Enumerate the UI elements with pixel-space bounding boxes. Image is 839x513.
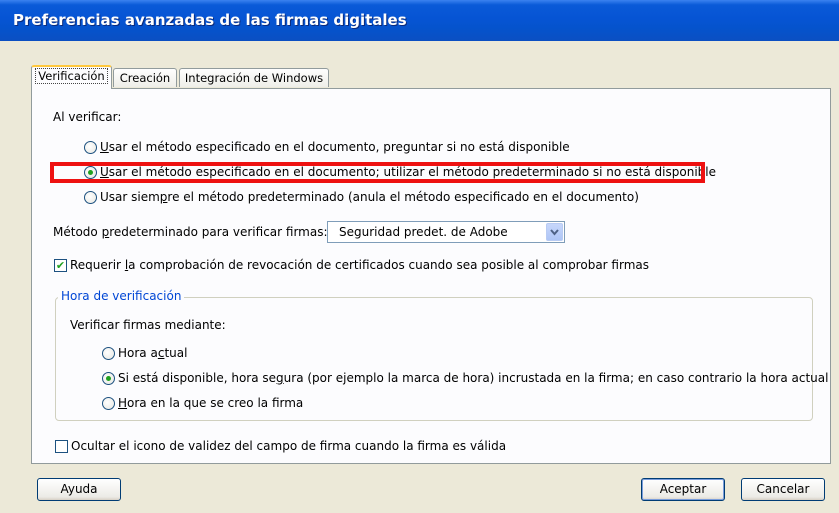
accept-button[interactable]: Aceptar <box>641 478 725 501</box>
radio-verify-always-default-label[interactable]: Usar siempre el método predeterminado (a… <box>100 190 639 204</box>
revocation-checkbox[interactable]: ✔ <box>54 259 67 272</box>
tab-integracion-windows[interactable]: Integración de Windows <box>179 68 329 87</box>
radio-time-secure[interactable] <box>102 372 115 385</box>
radio-verify-ask-label[interactable]: Usar el método especificado en el docume… <box>100 140 570 154</box>
title-bar[interactable]: Preferencias avanzadas de las firmas dig… <box>0 0 839 41</box>
dialog-window: Preferencias avanzadas de las firmas dig… <box>0 0 839 513</box>
label-text: Hora a <box>118 346 158 360</box>
access-key-g: g <box>276 371 284 385</box>
default-method-label: Método predeterminado para verificar fir… <box>53 225 328 239</box>
label-text: Requerir <box>70 258 125 272</box>
hide-validity-icon-checkbox[interactable] <box>55 440 68 453</box>
radio-time-signing-label[interactable]: Hora en la que se creo la firma <box>118 396 303 410</box>
label-text: redeterminado para verificar firmas: <box>109 225 328 239</box>
verify-heading: Al verificar: <box>53 110 122 124</box>
verify-by-label: Verificar firmas mediante: <box>70 318 226 332</box>
verification-time-legend: Hora de verificación <box>58 289 185 303</box>
tab-creacion-label: Creación <box>119 71 171 85</box>
label-text: sar el método especificado en el documen… <box>108 140 570 154</box>
label-text: Usar siem <box>100 190 160 204</box>
dropdown-arrow-button[interactable] <box>546 223 563 241</box>
cancel-button[interactable]: Cancelar <box>741 478 825 501</box>
hide-validity-icon-label[interactable]: Ocultar el icono de validez del campo de… <box>71 439 506 453</box>
tab-verificacion-label: Verificación <box>35 68 108 84</box>
label-text: re el método predeterminado (anula el mé… <box>167 190 639 204</box>
checkmark-icon: ✔ <box>55 259 66 272</box>
radio-verify-ask[interactable] <box>84 141 97 154</box>
default-method-value: Seguridad predet. de Adobe <box>339 225 508 239</box>
radio-time-secure-label[interactable]: Si está disponible, hora segura (por eje… <box>118 371 828 385</box>
label-text: Si está disponible, hora se <box>118 371 277 385</box>
radio-verify-always-default[interactable] <box>84 191 97 204</box>
label-text: Método <box>53 225 102 239</box>
radio-time-signing[interactable] <box>102 397 115 410</box>
access-key-h: H <box>118 396 128 410</box>
help-button[interactable]: Ayuda <box>37 478 121 501</box>
tab-integracion-label: Integración de Windows <box>184 71 324 85</box>
radio-time-current-label[interactable]: Hora actual <box>118 346 187 360</box>
revocation-label[interactable]: Requerir la comprobación de revocación d… <box>70 258 649 272</box>
tab-verificacion[interactable]: Verificación <box>31 65 112 89</box>
radio-time-current[interactable] <box>102 347 115 360</box>
label-text: a comprobación de revocación de certific… <box>128 258 649 272</box>
label-text: ura (por ejemplo la marca de hora) incru… <box>283 371 829 385</box>
access-key-u: U <box>100 140 109 154</box>
highlight-annotation-box <box>50 162 705 183</box>
default-method-select[interactable]: Seguridad predet. de Adobe <box>327 221 565 243</box>
chevron-down-icon <box>550 229 559 236</box>
label-text: tual <box>164 346 188 360</box>
tab-creacion[interactable]: Creación <box>113 68 177 87</box>
label-text: ora en la que se creo la firma <box>127 396 304 410</box>
window-title: Preferencias avanzadas de las firmas dig… <box>13 11 407 29</box>
